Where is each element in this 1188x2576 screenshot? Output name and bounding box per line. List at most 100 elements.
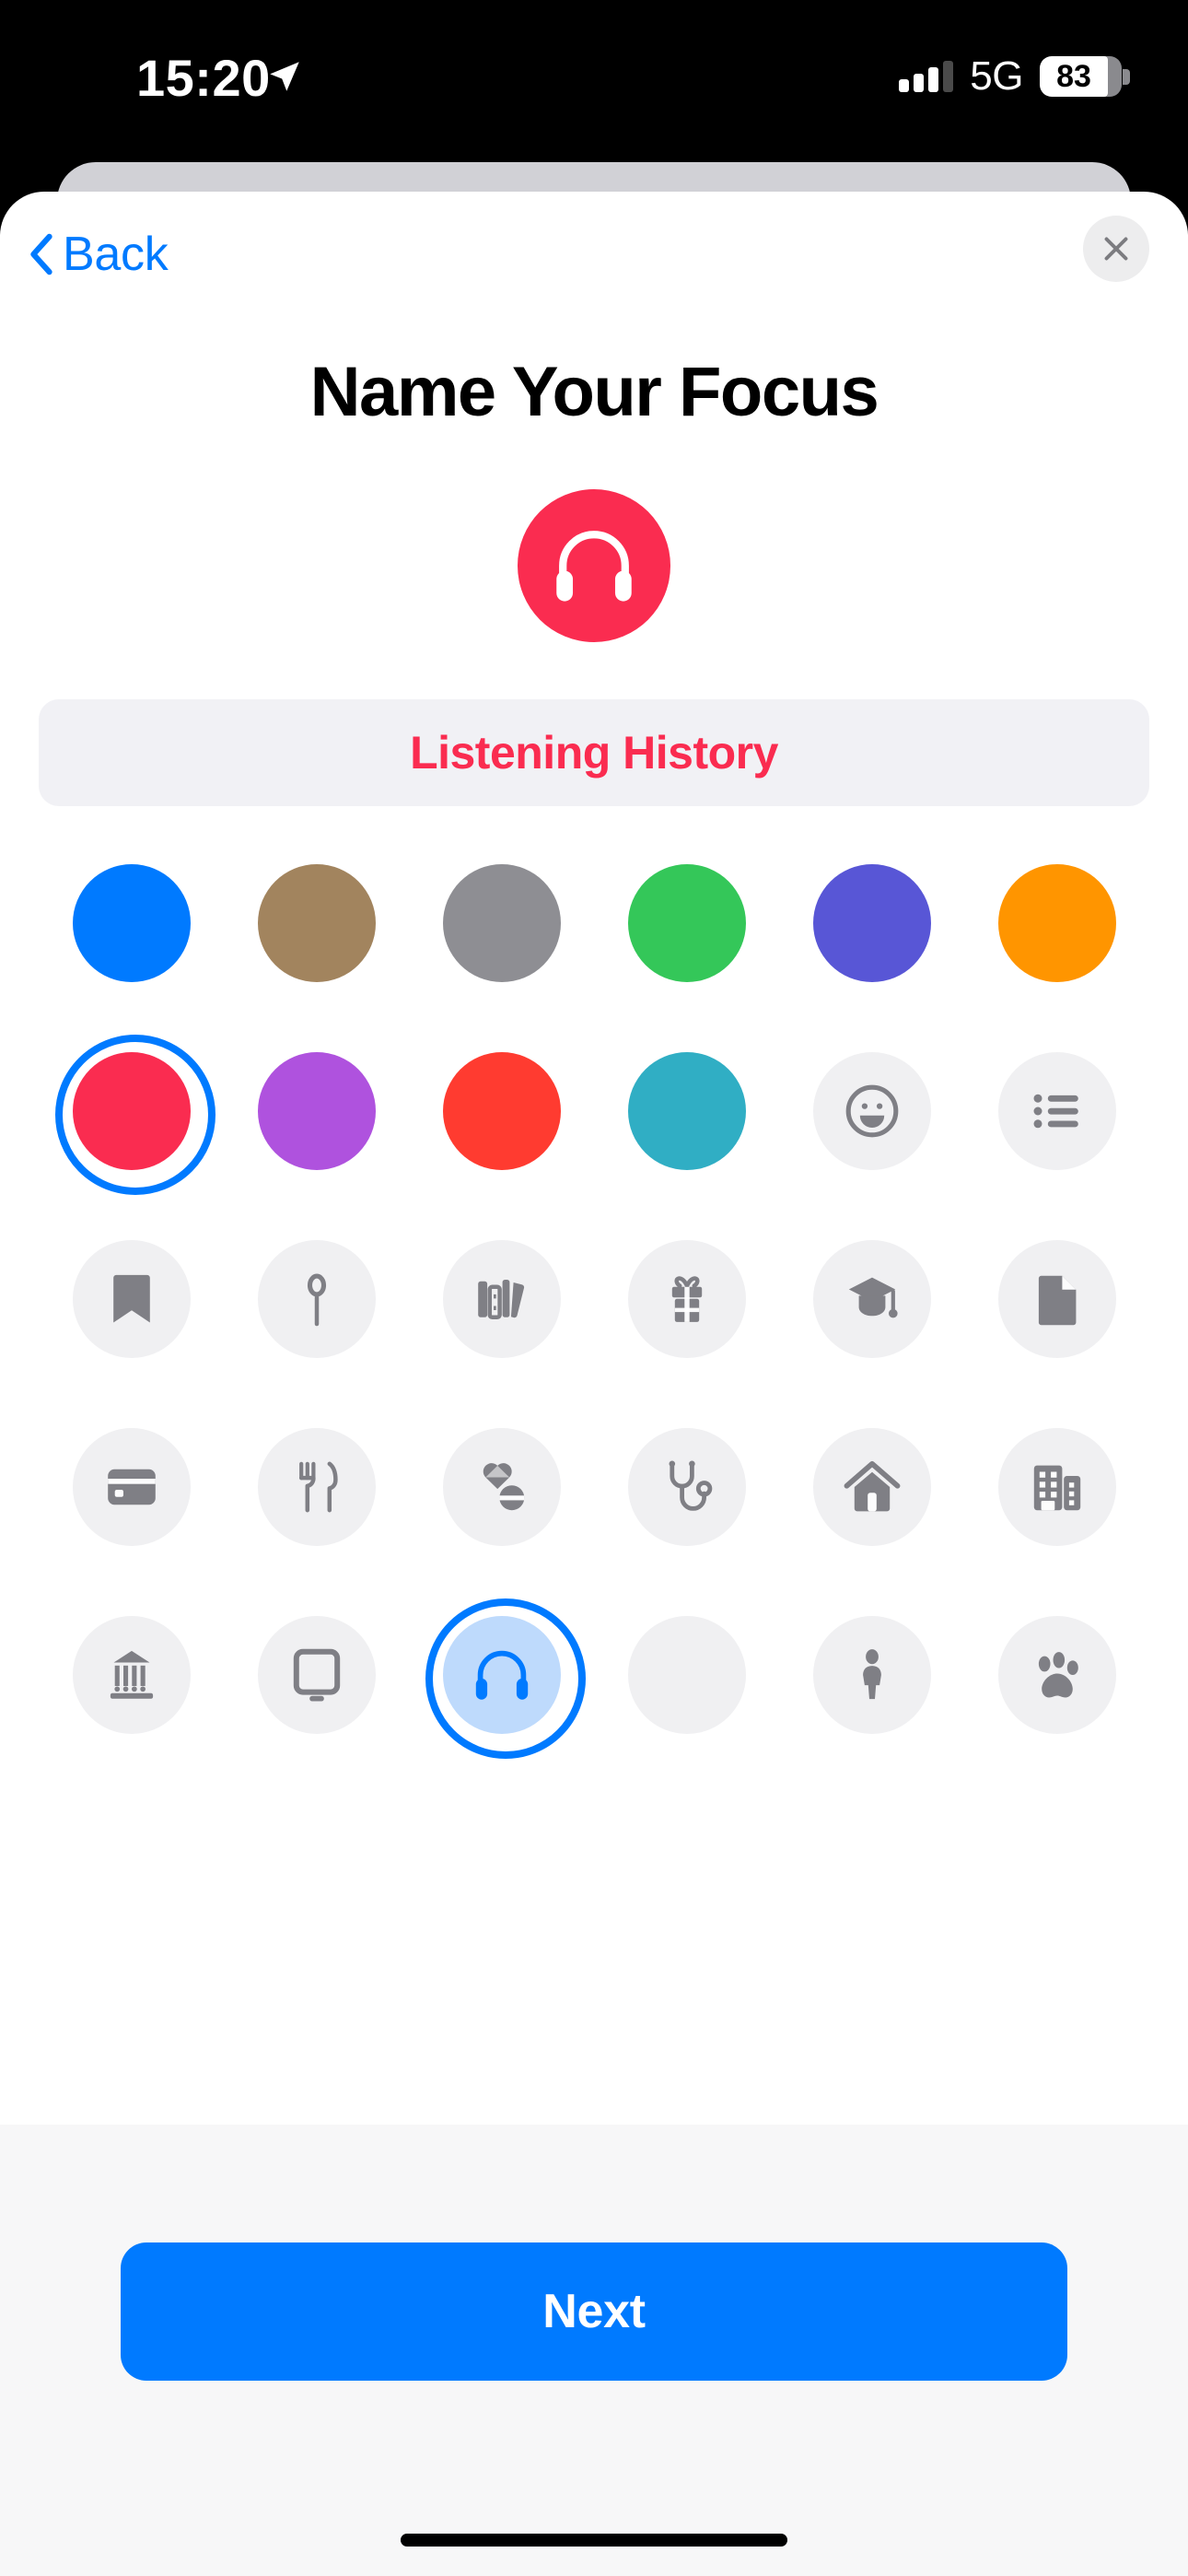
picker-cell-bank-columns-icon[interactable]: [55, 1598, 208, 1751]
color-purple-swatch: [257, 1052, 376, 1170]
network-type-label: 5G: [970, 53, 1023, 99]
picker-cell-document-icon[interactable]: [981, 1223, 1134, 1376]
bookmark-icon-button: [72, 1240, 191, 1358]
color-blue-swatch: [72, 864, 191, 982]
focus-badge-wrapper: [0, 489, 1188, 642]
next-button-label: Next: [542, 2285, 646, 2338]
pills-icon-button: [442, 1428, 561, 1546]
picker-cell-color-green[interactable]: [611, 847, 763, 1000]
color-orange-swatch: [997, 864, 1116, 982]
bank-columns-icon-button: [72, 1616, 191, 1734]
picker-cell-gift-icon[interactable]: [611, 1223, 763, 1376]
monitor-icon-button: [257, 1616, 376, 1734]
back-button-label: Back: [63, 228, 169, 281]
picker-cell-graduation-cap-icon[interactable]: [796, 1223, 949, 1376]
picker-cell-monitor-icon[interactable]: [240, 1598, 393, 1751]
picker-cell-list-icon[interactable]: [981, 1035, 1134, 1188]
list-icon-button: [997, 1052, 1116, 1170]
picker-cell-bookmark-icon[interactable]: [55, 1223, 208, 1376]
color-brown-swatch: [257, 864, 376, 982]
selection-ring: [54, 1035, 215, 1195]
picker-cell-pin-icon[interactable]: [240, 1223, 393, 1376]
bank-columns-icon: [110, 1650, 153, 1699]
color-red-swatch: [442, 1052, 561, 1170]
paw-icon-button: [997, 1616, 1116, 1734]
selection-ring: [425, 1598, 586, 1759]
picker-cell-color-purple[interactable]: [240, 1035, 393, 1188]
credit-card-icon-button: [72, 1428, 191, 1546]
focus-name-input[interactable]: Listening History: [39, 699, 1149, 806]
person-icon-button: [812, 1616, 931, 1734]
graduation-cap-icon: [848, 1277, 898, 1318]
status-bar: 15:20 5G 83: [0, 0, 1188, 162]
location-arrow-icon: [270, 62, 299, 91]
monitor-icon: [293, 1648, 340, 1702]
document-icon: [1038, 1275, 1076, 1326]
color-indigo-swatch: [812, 864, 931, 982]
books-icon: [477, 1280, 524, 1320]
list-icon: [1033, 1094, 1078, 1129]
next-button[interactable]: Next: [121, 2242, 1067, 2381]
pin-icon-button: [257, 1240, 376, 1358]
document-icon-button: [997, 1240, 1116, 1358]
picker-cell-color-gray[interactable]: [425, 847, 578, 1000]
home-indicator[interactable]: [401, 2534, 787, 2547]
picker-cell-color-brown[interactable]: [240, 847, 393, 1000]
stethoscope-icon: [669, 1460, 712, 1511]
picker-cell-color-orange[interactable]: [981, 847, 1134, 1000]
sheet-nav-bar: Back: [0, 192, 1188, 332]
fork-knife-icon-button: [257, 1428, 376, 1546]
fork-knife-icon: [298, 1461, 338, 1513]
picker-cell-paw-icon[interactable]: [981, 1598, 1134, 1751]
picker-cell-emoji-smiley-icon[interactable]: [796, 1035, 949, 1188]
bookmark-icon: [112, 1274, 150, 1323]
picker-cell-person-icon[interactable]: [796, 1598, 949, 1751]
color-gray-swatch: [442, 864, 561, 982]
gift-icon: [671, 1276, 702, 1322]
picker-cell-credit-card-icon[interactable]: [55, 1411, 208, 1563]
picker-cell-color-blue[interactable]: [55, 847, 208, 1000]
focus-badge: [518, 489, 670, 642]
picker-cell-house-icon[interactable]: [796, 1411, 949, 1563]
picker-cell-color-red[interactable]: [425, 1035, 578, 1188]
emoji-smiley-icon: [845, 1084, 898, 1138]
emoji-smiley-icon-button: [812, 1052, 931, 1170]
pills-icon: [483, 1463, 524, 1511]
color-green-swatch: [627, 864, 746, 982]
picker-cell-color-teal[interactable]: [611, 1035, 763, 1188]
gift-icon-button: [627, 1240, 746, 1358]
headphones-icon: [556, 531, 632, 602]
cellular-signal-icon: [899, 61, 954, 92]
status-bar-time: 15:20: [136, 49, 271, 107]
picker-cell-leaf-icon[interactable]: [611, 1598, 763, 1751]
focus-name-value: Listening History: [410, 727, 778, 779]
battery-percent-label: 83: [1056, 58, 1091, 94]
building-icon: [1033, 1465, 1080, 1511]
picker-cell-building-icon[interactable]: [981, 1411, 1134, 1563]
pin-icon: [307, 1273, 326, 1327]
paw-icon: [1038, 1652, 1078, 1698]
books-icon-button: [442, 1240, 561, 1358]
chevron-left-icon: [30, 233, 52, 275]
close-button[interactable]: [1083, 216, 1149, 282]
close-x-icon: [1104, 237, 1128, 261]
graduation-cap-icon-button: [812, 1240, 931, 1358]
picker-cell-headphones-icon[interactable]: [425, 1598, 586, 1759]
stethoscope-icon-button: [627, 1428, 746, 1546]
house-icon: [844, 1460, 900, 1512]
picker-cell-fork-knife-icon[interactable]: [240, 1411, 393, 1563]
leaf-icon: [654, 1642, 720, 1708]
picker-cell-pills-icon[interactable]: [425, 1411, 578, 1563]
picker-cell-stethoscope-icon[interactable]: [611, 1411, 763, 1563]
picker-cell-books-icon[interactable]: [425, 1223, 578, 1376]
picker-cell-color-indigo[interactable]: [796, 847, 949, 1000]
leaf-icon-button: [627, 1616, 746, 1734]
page-title: Name Your Focus: [309, 353, 879, 431]
status-bar-right: 5G 83: [899, 53, 1130, 100]
person-icon: [862, 1649, 881, 1700]
credit-card-icon: [107, 1469, 156, 1505]
phone-screen: 15:20 5G 83 Back Name Your Focus Listeni…: [0, 0, 1188, 2576]
back-button[interactable]: Back: [28, 227, 169, 282]
picker-cell-color-pink[interactable]: [54, 1035, 215, 1195]
battery-indicator: 83: [1040, 56, 1130, 97]
